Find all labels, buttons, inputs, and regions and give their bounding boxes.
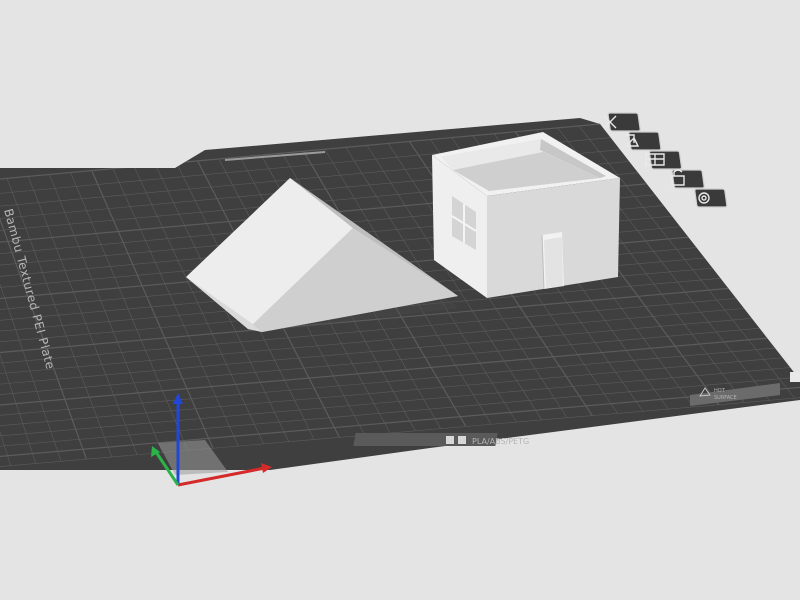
svg-text:HOT: HOT xyxy=(714,388,726,394)
arrange-icon[interactable] xyxy=(645,150,683,170)
svg-text:PLA/ABS/PETG: PLA/ABS/PETG xyxy=(472,437,529,446)
plate-settings-icon[interactable] xyxy=(694,188,728,208)
svg-text:SURFACE: SURFACE xyxy=(714,395,737,401)
build-plate-scene[interactable]: Bambu Textured PEI Plate PLA/ABS/PETG HO… xyxy=(0,0,800,600)
clear-plate-icon[interactable] xyxy=(603,112,641,132)
plate-edge-tab xyxy=(790,372,800,382)
3d-viewport[interactable]: Bambu Textured PEI Plate PLA/ABS/PETG HO… xyxy=(0,0,800,600)
auto-orient-icon[interactable] xyxy=(625,131,662,151)
door-cutout xyxy=(541,232,564,290)
lock-plate-icon[interactable] xyxy=(671,169,705,189)
